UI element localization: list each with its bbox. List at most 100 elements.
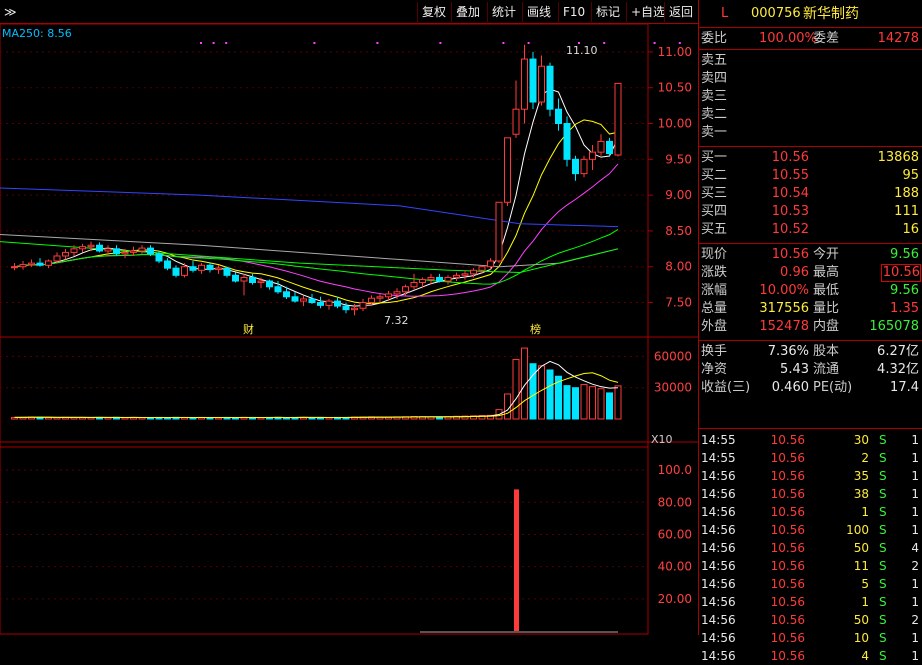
candle-body: [521, 58, 528, 110]
stat-value: 10.56: [881, 264, 921, 282]
tick-side: S: [879, 451, 887, 465]
candle-body: [104, 248, 112, 252]
ask-row-2[interactable]: 卖二: [699, 106, 922, 124]
tick-count: 2: [911, 613, 919, 627]
ma5-line: [14, 88, 619, 307]
bid-label: 买四: [701, 204, 728, 219]
candle-body: [393, 291, 401, 295]
ma40-line: [14, 229, 619, 285]
bid-row-1[interactable]: 买一 10.56 13868: [699, 149, 922, 167]
tick-time: 14:56: [701, 487, 736, 501]
volume-bar: [580, 384, 588, 420]
bid-price: 10.54: [771, 186, 809, 201]
candle-body: [563, 123, 571, 160]
stat-label: 最低: [813, 283, 840, 298]
tag-bang[interactable]: 榜: [530, 322, 541, 336]
candle-body: [11, 266, 18, 269]
fund-label: 换手: [701, 344, 728, 359]
stat-value: 9.56: [890, 247, 919, 262]
indicator-bar: [514, 489, 519, 631]
tick-time: 14:56: [701, 469, 736, 483]
bid-row-2[interactable]: 买二 10.55 95: [699, 167, 922, 185]
candle-body: [342, 305, 350, 311]
candle-body: [113, 248, 120, 255]
tick-count: 2: [911, 559, 919, 573]
tick-volume: 11: [853, 559, 869, 573]
candle-body: [79, 246, 86, 250]
bid-label: 买一: [701, 150, 728, 165]
bid-row-5[interactable]: 买五 10.52 16: [699, 221, 922, 239]
candle-body: [453, 274, 460, 278]
candle-body: [181, 266, 188, 276]
stat-label: 内盘: [813, 319, 840, 334]
fuquan-button[interactable]: 复权: [417, 2, 450, 22]
weibi-row: 委比 100.00% 委差 14278: [701, 31, 919, 46]
f10-button[interactable]: F10: [558, 2, 589, 22]
ma10-line: [14, 119, 619, 304]
candle-body: [597, 140, 605, 153]
tick-volume: 2: [861, 451, 869, 465]
add-watchlist-button[interactable]: +自选: [626, 2, 669, 22]
ask-row-3[interactable]: 卖三: [699, 88, 922, 106]
fund-value: 0.460: [771, 380, 809, 395]
collapse-arrows-icon[interactable]: ≫: [0, 2, 21, 22]
stat-row: 总量 317556 量比 1.35: [699, 300, 922, 318]
tick-time: 14:56: [701, 505, 736, 519]
bid-row-3[interactable]: 买三 10.54 188: [699, 185, 922, 203]
tick-time: 14:55: [701, 433, 736, 447]
tick-price: 10.56: [770, 523, 805, 537]
tick-volume: 30: [853, 433, 869, 447]
candle-body: [249, 276, 256, 283]
candle-body: [96, 244, 103, 252]
draw-line-button[interactable]: 画线: [522, 2, 555, 22]
fund-value: 5.43: [780, 362, 809, 377]
fund-label: PE(动): [813, 380, 853, 395]
candle-body: [189, 266, 197, 271]
ma250-label: MA250: 8.56: [2, 27, 72, 40]
bid-volume: 16: [902, 222, 919, 237]
volume-bar: [546, 369, 554, 420]
candle-body: [164, 260, 171, 269]
overlay-button[interactable]: 叠加: [451, 2, 484, 22]
tick-time: 14:56: [701, 595, 736, 609]
ask-row-5[interactable]: 卖五: [699, 52, 922, 70]
tick-row: 14:56 10.56 10 S 1: [699, 629, 922, 647]
bid-label: 买三: [701, 186, 728, 201]
candle-body: [334, 300, 341, 307]
candle-body: [274, 286, 282, 293]
stat-label: 外盘: [701, 319, 728, 334]
stats-button[interactable]: 统计: [487, 2, 520, 22]
ask-row-4[interactable]: 卖四: [699, 70, 922, 88]
tag-cai[interactable]: 财: [243, 322, 254, 336]
bid-volume: 111: [894, 204, 919, 219]
bid-row-4[interactable]: 买四 10.53 111: [699, 203, 922, 221]
tick-volume: 100: [846, 523, 869, 537]
tick-count: 1: [911, 433, 919, 447]
back-button[interactable]: 返回: [664, 2, 697, 22]
candle-body: [19, 264, 27, 268]
tick-row: 14:55 10.56 2 S 1: [699, 449, 922, 467]
tick-count: 1: [911, 469, 919, 483]
tick-row: 14:56 10.56 1 S 1: [699, 503, 922, 521]
stat-value: 10.56: [771, 247, 809, 262]
indicator-tick-label: 100.0: [658, 463, 692, 477]
tick-volume: 1: [861, 595, 869, 609]
candle-body: [206, 264, 214, 271]
kline-chart[interactable]: 11.00 10.50 10.00 9.50 9.00 8.50 8.00 7.50 60000…: [0, 24, 698, 635]
mark-button[interactable]: 标记: [591, 2, 624, 22]
ask-row-1[interactable]: 卖一: [699, 124, 922, 142]
event-dot: [439, 42, 442, 44]
tick-time: 14:56: [701, 541, 736, 555]
high-marker: 11.10: [566, 44, 598, 57]
candle-body: [478, 266, 486, 271]
candle-body: [283, 291, 290, 298]
bid-label: 买二: [701, 168, 728, 183]
tick-side: S: [879, 541, 887, 555]
volume-bar: [512, 359, 520, 420]
stat-label: 总量: [701, 301, 728, 316]
volume-bar: [606, 392, 613, 420]
indicator-tick-label: 80.00: [658, 495, 692, 509]
tick-count: 1: [911, 487, 919, 501]
tick-price: 10.56: [770, 541, 805, 555]
candle-body: [257, 280, 265, 283]
